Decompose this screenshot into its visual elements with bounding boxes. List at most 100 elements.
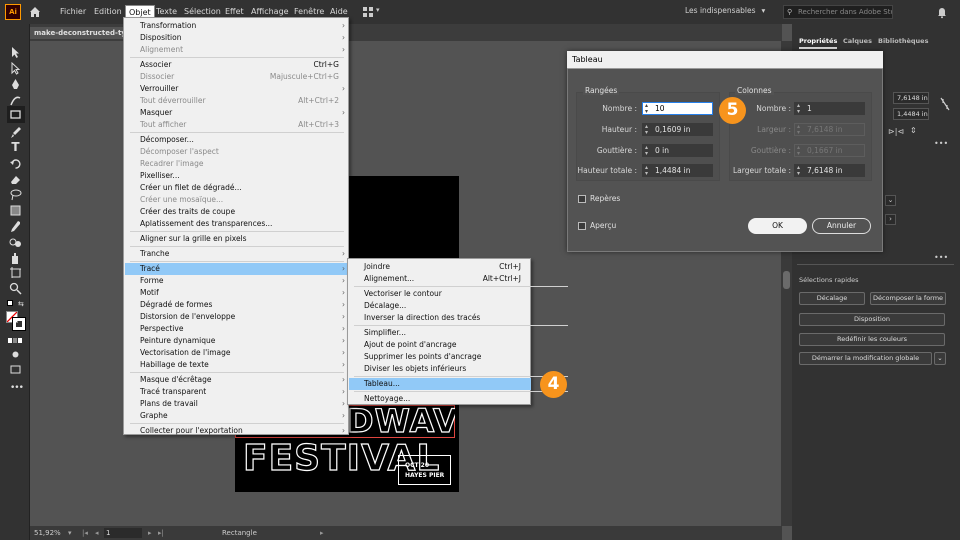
reperes-checkbox[interactable]: [578, 195, 586, 203]
menu-item-transformation[interactable]: Transformation ›: [125, 20, 349, 32]
menu-item-habillage-de-texte[interactable]: Habillage de texte ›: [125, 359, 349, 371]
menu-item-forme[interactable]: Forme ›: [125, 275, 349, 287]
flip-horizontal-icon[interactable]: ⊳|⊲: [888, 127, 904, 136]
menu-item-décomposer[interactable]: Décomposer...: [125, 134, 349, 146]
layout-grid-icon[interactable]: [362, 6, 374, 18]
link-dimensions-icon[interactable]: [939, 96, 951, 112]
menu-item-vectorisation-de-l-image[interactable]: Vectorisation de l'image ›: [125, 347, 349, 359]
stepper-icon[interactable]: ▴ ▾: [645, 103, 648, 115]
first-artboard-icon[interactable]: |◂: [82, 526, 88, 540]
rows-gutter-input[interactable]: ▴ ▾ 0 in: [642, 144, 713, 157]
draw-mode-icon[interactable]: [9, 348, 22, 361]
stepper-icon[interactable]: ▴ ▾: [645, 124, 648, 136]
menu-item-plans-de-travail[interactable]: Plans de travail ›: [125, 398, 349, 410]
menu-edition[interactable]: Edition: [91, 0, 125, 24]
menu-item-aligner-sur-la-grille-en-pixels[interactable]: Aligner sur la grille en pixels: [125, 233, 349, 245]
width-field[interactable]: 7,6148 in: [893, 92, 929, 104]
menu-item-graphe[interactable]: Graphe ›: [125, 410, 349, 422]
menu-item-verrouiller[interactable]: Verrouiller ›: [125, 83, 349, 95]
menu-item-pixelliser[interactable]: Pixelliser...: [125, 170, 349, 182]
paintbrush-tool-icon[interactable]: [9, 126, 22, 139]
document-tab[interactable]: make-deconstructed-type...: [30, 27, 128, 39]
flip-vertical-icon[interactable]: ⇕: [910, 126, 917, 135]
menu-item-motif[interactable]: Motif ›: [125, 287, 349, 299]
rows-total-input[interactable]: ▴ ▾ 1,4484 in: [642, 164, 713, 177]
stepper-icon[interactable]: ▴ ▾: [797, 165, 800, 177]
pen-tool-icon[interactable]: [9, 78, 22, 91]
chevron-down-icon[interactable]: ⌄: [934, 352, 946, 365]
disposition-button[interactable]: Disposition: [799, 313, 945, 326]
rows-height-input[interactable]: ▴ ▾ 0,1609 in: [642, 123, 713, 136]
menu-item-diviser-les-objets-inférieurs[interactable]: Diviser les objets inférieurs: [349, 363, 531, 375]
selection-tool-icon[interactable]: [9, 46, 22, 59]
decalage-button[interactable]: Décalage: [799, 292, 865, 305]
apercu-checkbox[interactable]: [578, 222, 586, 230]
dropdown-chevron-icon[interactable]: ⌄: [885, 195, 896, 206]
type-tool-icon[interactable]: T: [9, 141, 22, 154]
tab-bibliotheques[interactable]: Bibliothèques: [878, 33, 928, 49]
cancel-button[interactable]: Annuler: [812, 218, 871, 234]
redefinir-couleurs-button[interactable]: Redéfinir les couleurs: [799, 333, 945, 346]
gradient-tool-icon[interactable]: [9, 204, 22, 217]
height-field[interactable]: 1,4484 in: [893, 108, 929, 120]
menu-item-dégradé-de-formes[interactable]: Dégradé de formes ›: [125, 299, 349, 311]
stock-search-input[interactable]: ⚲ Rechercher dans Adobe Stock: [783, 5, 893, 19]
menu-item-aplatissement-des-transparences[interactable]: Aplatissement des transparences...: [125, 218, 349, 230]
zoom-tool-icon[interactable]: [9, 282, 22, 295]
menu-item-masquer[interactable]: Masquer ›: [125, 107, 349, 119]
rotate-tool-icon[interactable]: [9, 157, 22, 170]
menu-item-nettoyage[interactable]: Nettoyage...: [349, 393, 531, 405]
stepper-icon[interactable]: ▴ ▾: [645, 165, 648, 177]
stroke-swatch[interactable]: [12, 317, 26, 331]
menu-item-créer-un-filet-de-dégradé[interactable]: Créer un filet de dégradé...: [125, 182, 349, 194]
next-artboard-icon[interactable]: ▸: [148, 526, 152, 540]
last-artboard-icon[interactable]: ▸|: [158, 526, 164, 540]
modification-globale-button[interactable]: Démarrer la modification globale: [799, 352, 932, 365]
menu-item-ajout-de-point-d-ancrage[interactable]: Ajout de point d'ancrage: [349, 339, 531, 351]
menu-item-tracé-transparent[interactable]: Tracé transparent ›: [125, 386, 349, 398]
stepper-icon[interactable]: ▴ ▾: [797, 103, 800, 115]
zoom-level[interactable]: 51,92%: [34, 526, 61, 540]
menu-item-supprimer-les-points-d-ancrage[interactable]: Supprimer les points d'ancrage: [349, 351, 531, 363]
artboard-tool-icon[interactable]: [9, 266, 22, 279]
more-tools-icon[interactable]: •••: [10, 383, 24, 393]
menu-item-vectoriser-le-contour[interactable]: Vectoriser le contour: [349, 288, 531, 300]
status-arrow-icon[interactable]: ▸: [320, 526, 324, 540]
prev-artboard-icon[interactable]: ◂: [95, 526, 99, 540]
cols-total-input[interactable]: ▴ ▾ 7,6148 in: [794, 164, 865, 177]
eyedropper-tool-icon[interactable]: [9, 220, 22, 233]
lasso-tool-icon[interactable]: [9, 188, 22, 201]
bell-icon[interactable]: [935, 5, 949, 19]
workspace-switcher[interactable]: Les indispensables ▾: [685, 6, 773, 18]
menu-item-tableau[interactable]: Tableau...: [349, 378, 531, 390]
menu-item-inverser-la-direction-des-tracés[interactable]: Inverser la direction des tracés: [349, 312, 531, 324]
blend-tool-icon[interactable]: [9, 236, 22, 249]
menu-item-collecter-pour-l-exportation[interactable]: Collecter pour l'exportation ›: [125, 425, 349, 437]
decomposer-forme-button[interactable]: Décomposer la forme: [870, 292, 946, 305]
screen-mode-icon[interactable]: [9, 363, 22, 376]
menu-item-masque-d-écrêtage[interactable]: Masque d'écrêtage ›: [125, 374, 349, 386]
menu-item-perspective[interactable]: Perspective ›: [125, 323, 349, 335]
chevron-down-icon[interactable]: ▾: [376, 6, 380, 14]
direct-selection-tool-icon[interactable]: [9, 62, 22, 75]
menu-item-peinture-dynamique[interactable]: Peinture dynamique ›: [125, 335, 349, 347]
menu-item-distorsion-de-l-enveloppe[interactable]: Distorsion de l'enveloppe ›: [125, 311, 349, 323]
more-options-icon[interactable]: •••: [934, 253, 948, 262]
chevron-down-icon[interactable]: ▾: [68, 526, 72, 540]
menu-item-décalage[interactable]: Décalage...: [349, 300, 531, 312]
home-icon[interactable]: [28, 5, 42, 19]
default-colors-icon[interactable]: [7, 300, 13, 306]
menu-item-joindre[interactable]: Joindre Ctrl+J: [349, 261, 531, 273]
tab-proprietes[interactable]: Propriétés: [799, 33, 838, 49]
cols-count-input[interactable]: ▴ ▾ 1: [794, 102, 865, 115]
swap-colors-icon[interactable]: ⇆: [18, 300, 24, 308]
menu-fichier[interactable]: Fichier: [57, 0, 89, 24]
menu-item-alignement[interactable]: Alignement... Alt+Ctrl+J: [349, 273, 531, 285]
menu-item-créer-des-traits-de-coupe[interactable]: Créer des traits de coupe: [125, 206, 349, 218]
color-mode-icons[interactable]: [8, 336, 24, 343]
symbol-sprayer-icon[interactable]: [9, 252, 22, 265]
menu-item-disposition[interactable]: Disposition ›: [125, 32, 349, 44]
menu-item-tracé[interactable]: Tracé ›: [125, 263, 349, 275]
artboard-number-field[interactable]: 1: [104, 528, 142, 538]
rows-count-input[interactable]: ▴ ▾ 10: [642, 102, 713, 115]
